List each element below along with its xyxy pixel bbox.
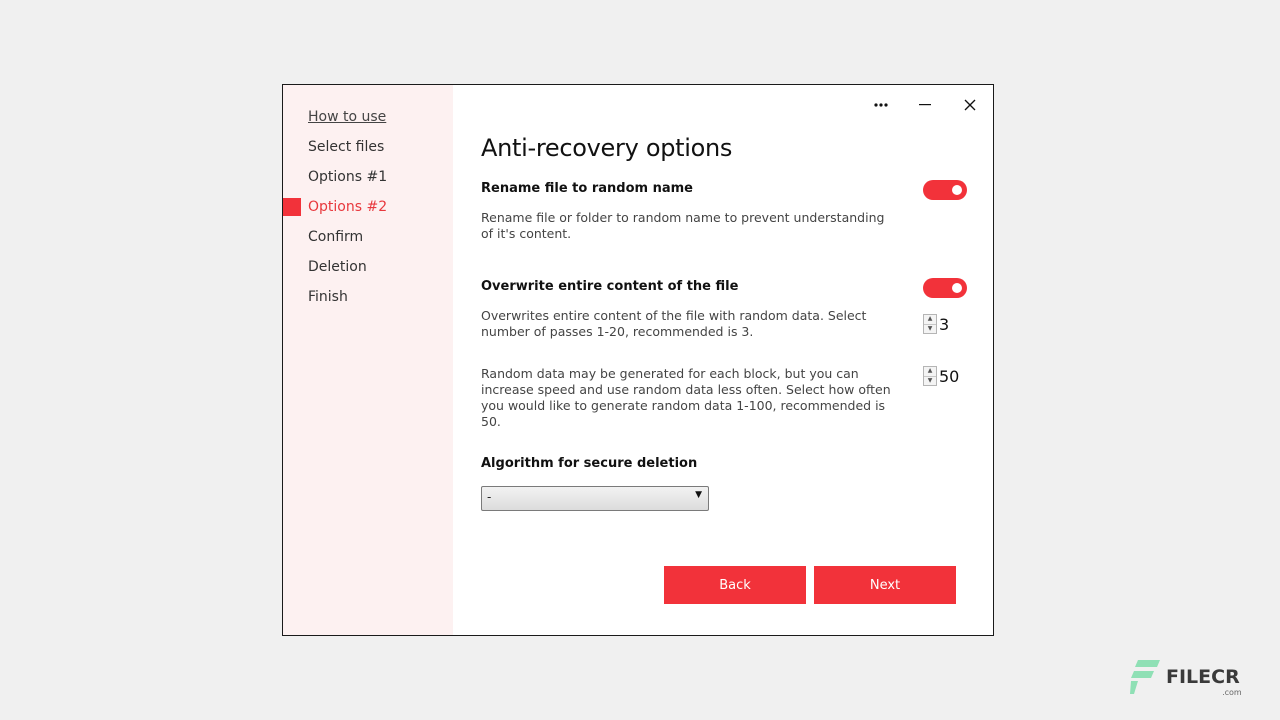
sidebar-item-deletion[interactable]: Deletion [308, 259, 367, 275]
random-data-stepper[interactable]: ▲ ▼ 50 [923, 366, 959, 386]
spin-down-icon[interactable]: ▼ [924, 323, 936, 334]
sidebar-item-select-files[interactable]: Select files [308, 139, 384, 155]
random-data-spin[interactable]: ▲ ▼ [923, 366, 937, 386]
watermark-brand: FILECR [1166, 666, 1240, 688]
spin-up-icon[interactable]: ▲ [924, 315, 936, 324]
passes-description: Overwrites entire content of the file wi… [481, 308, 867, 339]
overwrite-toggle[interactable] [923, 278, 967, 298]
main-content: Anti-recovery options Rename file to ran… [481, 85, 971, 635]
rename-description: Rename file or folder to random name to … [481, 210, 885, 241]
watermark-domain: .com [1222, 688, 1242, 697]
algorithm-heading: Algorithm for secure deletion [481, 456, 698, 471]
back-button[interactable]: Back [664, 566, 806, 604]
toggle-knob [952, 283, 962, 293]
sidebar-item-options-2[interactable]: Options #2 [308, 199, 387, 215]
filecr-logo-icon [1130, 660, 1160, 694]
toggle-knob [952, 185, 962, 195]
sidebar: How to use Select files Options #1 Optio… [283, 85, 453, 635]
rename-heading: Rename file to random name [481, 181, 693, 196]
spin-down-icon[interactable]: ▼ [924, 375, 936, 386]
app-window: How to use Select files Options #1 Optio… [282, 84, 994, 636]
algorithm-selected-value: - [487, 490, 492, 504]
active-step-marker [283, 198, 301, 216]
random-data-description: Random data may be generated for each bl… [481, 366, 891, 429]
next-button[interactable]: Next [814, 566, 956, 604]
page-title: Anti-recovery options [481, 134, 733, 162]
filecr-watermark: FILECR .com [1130, 660, 1242, 697]
sidebar-item-options-1[interactable]: Options #1 [308, 169, 387, 185]
rename-toggle[interactable] [923, 180, 967, 200]
passes-spin[interactable]: ▲ ▼ [923, 314, 937, 334]
sidebar-item-how-to-use[interactable]: How to use [308, 109, 386, 125]
spin-up-icon[interactable]: ▲ [924, 367, 936, 376]
passes-stepper[interactable]: ▲ ▼ 3 [923, 314, 949, 334]
sidebar-item-confirm[interactable]: Confirm [308, 229, 363, 245]
sidebar-item-finish[interactable]: Finish [308, 289, 348, 305]
chevron-down-icon: ▼ [695, 490, 702, 500]
watermark-text: FILECR .com [1166, 666, 1242, 697]
random-data-value[interactable]: 50 [939, 367, 959, 386]
algorithm-select[interactable]: - ▼ [481, 486, 709, 511]
passes-value[interactable]: 3 [939, 315, 949, 334]
overwrite-heading: Overwrite entire content of the file [481, 279, 739, 294]
